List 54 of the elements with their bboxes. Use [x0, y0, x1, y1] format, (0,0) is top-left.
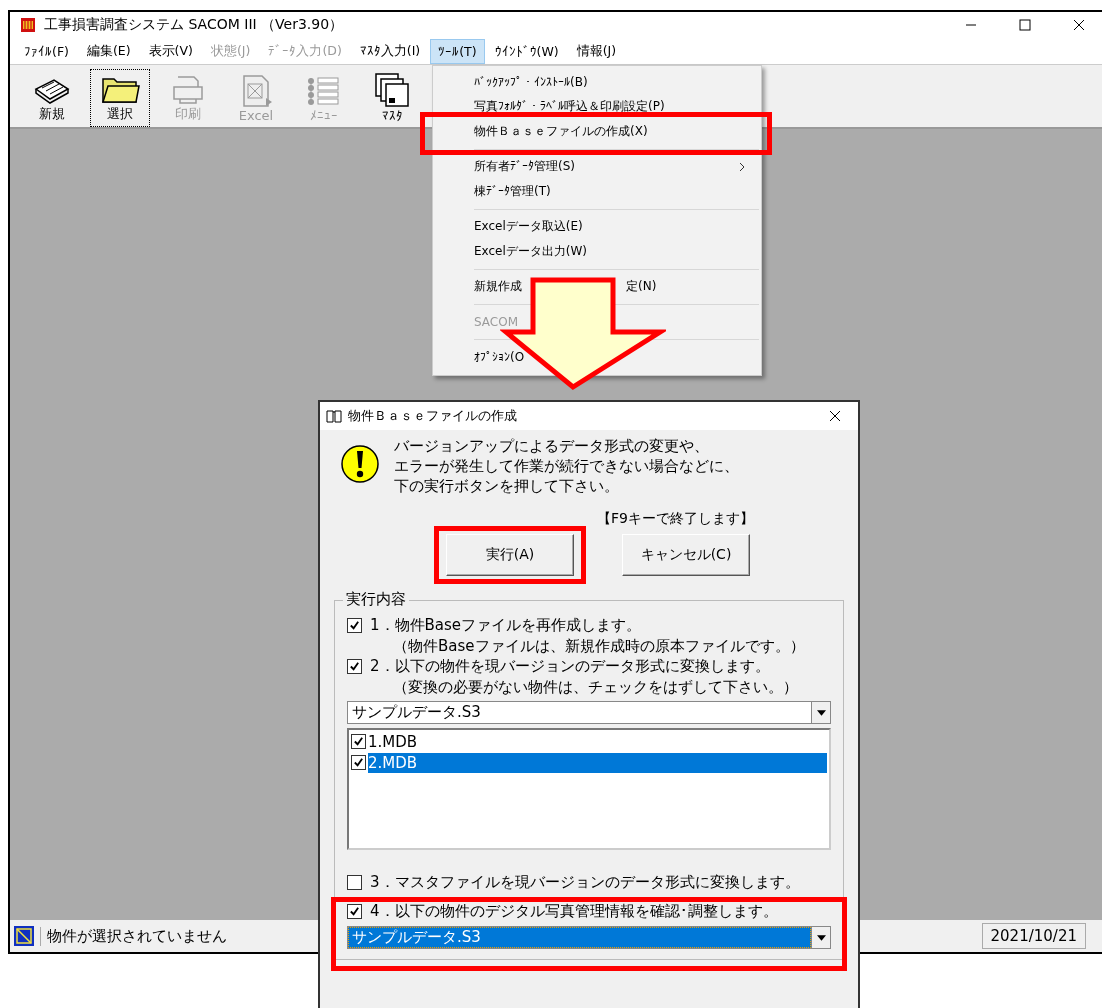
dropdown-field[interactable]: サンプルデータ.S3	[347, 926, 831, 949]
dialog-button[interactable]: キャンセル(C)	[622, 534, 750, 576]
menu-item[interactable]: 所有者ﾃﾞｰﾀ管理(S)	[474, 158, 575, 175]
option-label: 3．マスタファイルを現バージョンのデータ形式に変換します。	[370, 872, 800, 893]
option-note: （変換の必要がない物件は、チェックをはずして下さい。）	[392, 677, 799, 697]
checkbox[interactable]	[347, 659, 362, 674]
menu-item[interactable]: ﾏｽﾀ入力(I)	[351, 37, 429, 65]
app-logo-icon	[20, 17, 36, 33]
toolbar-button[interactable]: 選択	[90, 69, 150, 127]
menu-item[interactable]: ｳｲﾝﾄﾞｳ(W)	[486, 38, 567, 64]
list-item[interactable]: 2.MDB	[368, 752, 827, 773]
menu-item[interactable]: 編集(E)	[78, 37, 139, 65]
menu-item[interactable]: 棟ﾃﾞｰﾀ管理(T)	[474, 183, 551, 200]
menu-item[interactable]: ﾂｰﾙ(T)	[430, 38, 485, 64]
menu-item[interactable]: ﾊﾞｯｸｱｯﾌﾟ・ｲﾝｽﾄｰﾙ(B)	[474, 74, 588, 89]
option-label: 1．物件Baseファイルを再作成します。	[370, 615, 642, 636]
option-label: 4．以下の物件のデジタル写真管理情報を確認･調整します。	[370, 901, 778, 922]
toolbar-button[interactable]: 新規	[22, 69, 82, 127]
checkbox[interactable]	[347, 618, 362, 633]
printer-icon	[170, 73, 206, 105]
checkbox[interactable]	[347, 875, 362, 890]
menu-item[interactable]: 写真ﾌｫﾙﾀﾞ・ﾗﾍﾞﾙ呼込＆印刷設定(P)	[474, 98, 665, 115]
menu-item[interactable]: 表示(V)	[140, 37, 201, 65]
menu-item[interactable]: 物件Ｂａｓｅファイルの作成(X)	[474, 123, 648, 140]
menu-item[interactable]: 新規作成	[474, 278, 522, 295]
dialog-button[interactable]: 実行(A)	[446, 534, 574, 576]
menu-item-end[interactable]: 定(N)	[626, 278, 657, 295]
window-title: 工事損害調査システム SACOM III （Ver3.90）	[44, 16, 344, 34]
menu-item[interactable]: ﾌｧｲﾙ(F)	[16, 38, 77, 64]
menu-item[interactable]: Excelデータ出力(W)	[474, 243, 587, 260]
message-line: バージョンアップによるデータ形式の変更や、	[394, 436, 710, 456]
status-icon	[14, 926, 34, 946]
checkbox[interactable]	[351, 734, 366, 749]
status-message: 物件が選択されていません	[40, 926, 227, 946]
option-note: （物件Baseファイルは、新規作成時の原本ファイルです。）	[392, 636, 806, 656]
menu-item[interactable]: 情報(J)	[568, 37, 625, 65]
checkbox[interactable]	[347, 904, 362, 919]
checkbox[interactable]	[351, 755, 366, 770]
menu-item[interactable]: ｵﾌﾟｼｮﾝ(O	[474, 349, 525, 364]
option-label: 2．以下の物件を現バージョンのデータ形式に変換します。	[370, 656, 770, 677]
shortcut-hint: 【F9キーで終了します】	[596, 510, 754, 528]
book-icon	[326, 409, 342, 423]
dropdown-field[interactable]: サンプルデータ.S3	[347, 701, 831, 724]
warning-icon	[340, 444, 380, 484]
status-date: 2021/10/21	[981, 923, 1086, 949]
menu-item[interactable]: Excelデータ取込(E)	[474, 218, 583, 235]
message-line: エラーが発生して作業が続行できない場合などに、	[394, 456, 739, 476]
floppy-disk-icon	[374, 72, 410, 108]
list-item[interactable]: 1.MDB	[368, 731, 827, 752]
group-title: 実行内容	[343, 590, 409, 609]
dialog-title: 物件Ｂａｓｅファイルの作成	[348, 407, 517, 425]
list-tree-icon	[306, 74, 342, 108]
toolbar-button[interactable]: ﾏｽﾀ	[362, 69, 422, 127]
message-line: 下の実行ボタンを押して下さい。	[394, 476, 620, 496]
